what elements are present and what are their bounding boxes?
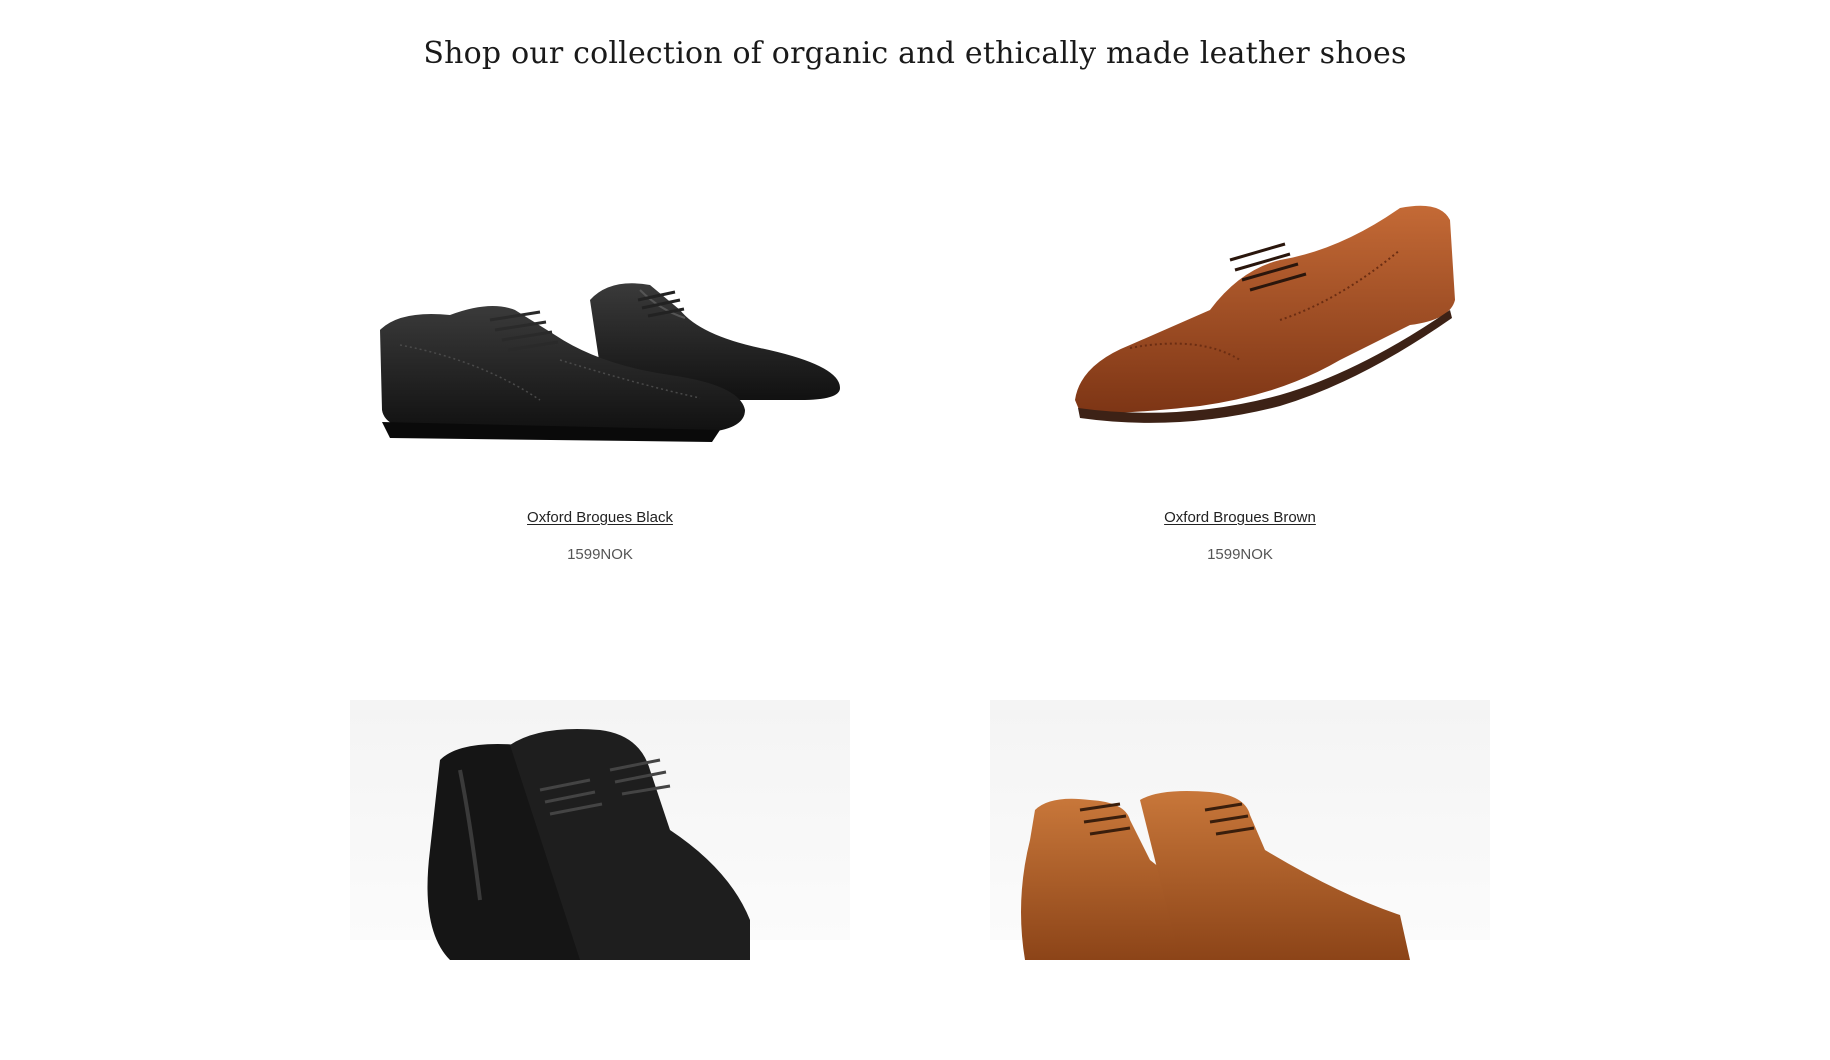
product-image-brown-brogues[interactable] bbox=[980, 160, 1500, 520]
product-image-black-brogues[interactable] bbox=[340, 160, 860, 520]
product-name-link[interactable]: Oxford Brogues Black bbox=[340, 509, 860, 526]
product-image-black-chukka[interactable] bbox=[340, 700, 860, 1060]
tan-chukka-boot-image bbox=[1021, 791, 1410, 960]
product-price: 1599NOK bbox=[1207, 546, 1273, 563]
black-brogue-shoe-image bbox=[380, 283, 840, 442]
black-chukka-boot-image bbox=[427, 729, 750, 960]
page-title: Shop our collection of organic and ethic… bbox=[423, 36, 1407, 71]
product-image-tan-chukka[interactable] bbox=[980, 700, 1500, 1060]
brown-brogue-shoe-image bbox=[1075, 205, 1455, 423]
product-name-link[interactable]: Oxford Brogues Brown bbox=[980, 509, 1500, 526]
product-price: 1599NOK bbox=[567, 546, 633, 563]
